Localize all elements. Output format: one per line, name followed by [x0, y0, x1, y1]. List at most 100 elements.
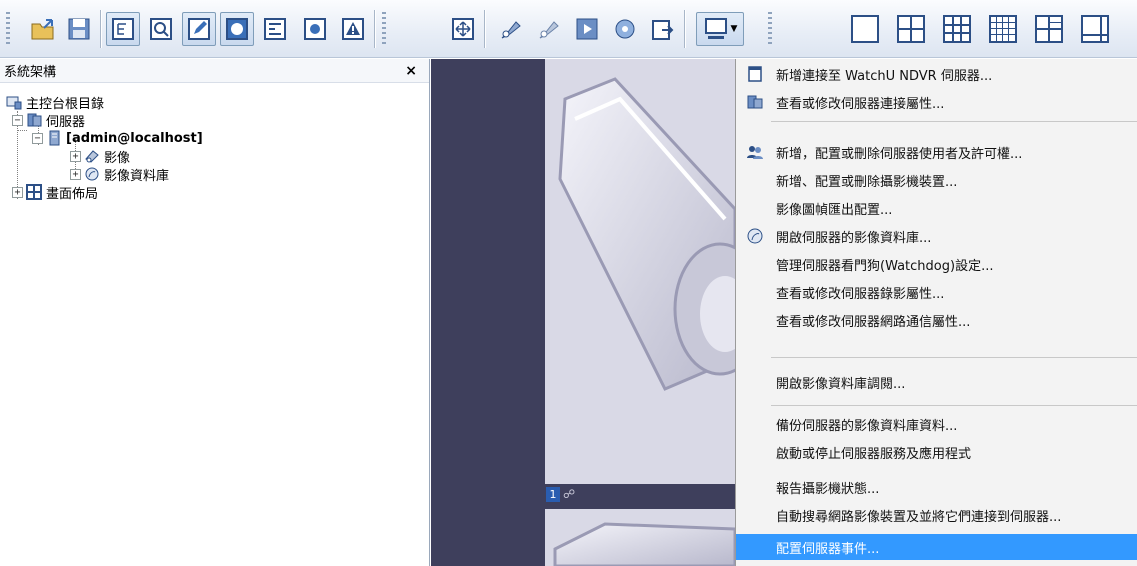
expand-icon[interactable]: +	[70, 150, 81, 162]
ptz2-button[interactable]	[532, 12, 566, 46]
record-button[interactable]	[220, 12, 254, 46]
database-button[interactable]	[608, 12, 642, 46]
layout-1x1-button[interactable]	[848, 12, 882, 46]
ptz-icon	[501, 21, 521, 39]
tree-item-console-root[interactable]: 主控台根目錄	[6, 93, 105, 112]
view-number-badge: 1	[546, 487, 560, 502]
alert-icon	[342, 18, 364, 40]
playback-icon	[576, 18, 598, 40]
menu-item-start-stop-services[interactable]: 啟動或停止伺服器服務及應用程式	[736, 439, 1137, 465]
layout-3x3-icon	[943, 15, 971, 43]
menu-label: 啟動或停止伺服器服務及應用程式	[776, 446, 972, 462]
menu-label: 管理伺服器看門狗(Watchdog)設定...	[776, 258, 994, 274]
toolbar-grip[interactable]	[6, 12, 10, 46]
layout-2x3-button[interactable]	[1032, 12, 1066, 46]
export-button[interactable]	[646, 12, 680, 46]
edit-button[interactable]	[182, 12, 216, 46]
tree-view-button[interactable]	[106, 12, 140, 46]
menu-item-watchdog-settings[interactable]: 管理伺服器看門狗(Watchdog)設定...	[736, 251, 1137, 277]
ptz-button[interactable]	[494, 12, 528, 46]
camera-button[interactable]	[298, 12, 332, 46]
server-icon	[49, 130, 60, 146]
tree-label-layouts: 畫面佈局	[46, 186, 99, 202]
expand-icon[interactable]: +	[12, 186, 23, 198]
menu-label: 配置伺服器事件...	[776, 541, 880, 557]
menu-label: 查看或修改伺服器連接屬性...	[776, 96, 945, 112]
camera-icon	[304, 18, 326, 40]
database-icon	[615, 19, 635, 39]
tree-item-servers[interactable]: − 伺服器	[12, 111, 86, 130]
pin-icon[interactable]: ☍	[563, 487, 575, 501]
layout-3x3-button[interactable]	[940, 12, 974, 46]
server-dropdown-button[interactable]: ▼	[696, 12, 744, 46]
menu-label: 新增、配置或刪除攝影機裝置...	[776, 174, 958, 190]
fullscreen-icon	[452, 18, 474, 40]
menu-item-frame-export[interactable]: 影像圖幀匯出配置...	[736, 195, 1137, 221]
menu-label: 查看或修改伺服器錄影屬性...	[776, 286, 945, 302]
menu-item-connection-properties[interactable]: 查看或修改伺服器連接屬性...	[736, 89, 1137, 115]
ptz2-icon	[539, 21, 559, 39]
fullscreen-button[interactable]	[446, 12, 480, 46]
layout-custom-icon	[1081, 15, 1109, 43]
collapse-icon[interactable]: −	[32, 132, 43, 144]
menu-label: 自動搜尋網路影像裝置及並將它們連接到伺服器...	[776, 509, 1062, 525]
server-context-menu: 新增連接至 WatchU NDVR 伺服器... 查看或修改伺服器連接屬性...…	[735, 59, 1137, 566]
video-database-icon	[747, 228, 763, 244]
video-camera-icon	[85, 150, 99, 163]
layout-4x4-icon	[989, 15, 1017, 43]
preview-button[interactable]	[144, 12, 178, 46]
network-button[interactable]	[258, 12, 292, 46]
menu-item-add-server-connection[interactable]: 新增連接至 WatchU NDVR 伺服器...	[736, 61, 1137, 87]
menu-label: 備份伺服器的影像資料庫資料...	[776, 418, 958, 434]
menu-item-open-video-database[interactable]: 開啟伺服器的影像資料庫...	[736, 223, 1137, 249]
collapse-icon[interactable]: −	[12, 114, 23, 126]
tree-label-console-root: 主控台根目錄	[26, 96, 105, 112]
layout-1x1-icon	[851, 15, 879, 43]
menu-item-auto-search-devices[interactable]: 自動搜尋網路影像裝置及並將它們連接到伺服器...	[736, 502, 1137, 528]
menu-label: 影像圖幀匯出配置...	[776, 202, 893, 218]
playback-button[interactable]	[570, 12, 604, 46]
menu-item-camera-devices[interactable]: 新增、配置或刪除攝影機裝置...	[736, 167, 1137, 193]
video-grid-background	[431, 59, 545, 566]
tree-view-icon	[112, 18, 134, 40]
save-button[interactable]	[62, 12, 96, 46]
video-database-icon	[85, 167, 99, 181]
tree-label-servers: 伺服器	[46, 114, 86, 130]
preview-icon	[150, 18, 172, 40]
menu-item-network-properties[interactable]: 查看或修改伺服器網路通信屬性...	[736, 307, 1137, 333]
menu-item-camera-status-report[interactable]: 報告攝影機狀態...	[736, 474, 1137, 500]
tree-item-layouts[interactable]: + 畫面佈局	[12, 183, 99, 202]
menu-label: 新增連接至 WatchU NDVR 伺服器...	[776, 68, 993, 84]
users-icon	[747, 146, 763, 159]
console-root-icon	[6, 96, 22, 110]
tree-label-video: 影像	[104, 150, 131, 166]
menu-item-configure-server-events[interactable]: 配置伺服器事件...	[736, 534, 1137, 560]
open-folder-icon	[31, 19, 54, 40]
menu-label: 查看或修改伺服器網路通信屬性...	[776, 314, 971, 330]
network-icon	[264, 18, 286, 40]
menu-item-recording-properties[interactable]: 查看或修改伺服器錄影屬性...	[736, 279, 1137, 305]
tree-item-localhost-server[interactable]: − [admin@localhost]	[32, 129, 203, 147]
panel-close-button[interactable]: ×	[405, 63, 417, 79]
menu-item-server-users[interactable]: 新增，配置或刪除伺服器使用者及許可權...	[736, 139, 1137, 165]
panel-title: 系統架構	[0, 59, 429, 83]
tree-label-video-database: 影像資料庫	[104, 168, 170, 184]
menu-label: 開啟伺服器的影像資料庫...	[776, 230, 932, 246]
menu-item-backup-database[interactable]: 備份伺服器的影像資料庫資料...	[736, 411, 1137, 437]
layout-2x3-icon	[1035, 15, 1063, 43]
expand-icon[interactable]: +	[70, 168, 81, 180]
layout-custom-button[interactable]	[1078, 12, 1112, 46]
tree-item-video-database[interactable]: + 影像資料庫	[70, 165, 170, 184]
alert-button[interactable]	[336, 12, 370, 46]
tree-item-video[interactable]: + 影像	[70, 147, 131, 166]
layouts-icon	[26, 184, 42, 200]
layout-2x2-button[interactable]	[894, 12, 928, 46]
chevron-down-icon: ▼	[730, 24, 738, 34]
add-connection-icon	[748, 66, 762, 82]
servers-icon	[27, 113, 42, 127]
connection-properties-icon	[747, 95, 763, 109]
layout-4x4-button[interactable]	[986, 12, 1020, 46]
menu-item-open-database-browse[interactable]: 開啟影像資料庫調閱...	[736, 369, 1137, 395]
record-icon	[226, 18, 248, 40]
open-folder-button[interactable]	[26, 12, 60, 46]
